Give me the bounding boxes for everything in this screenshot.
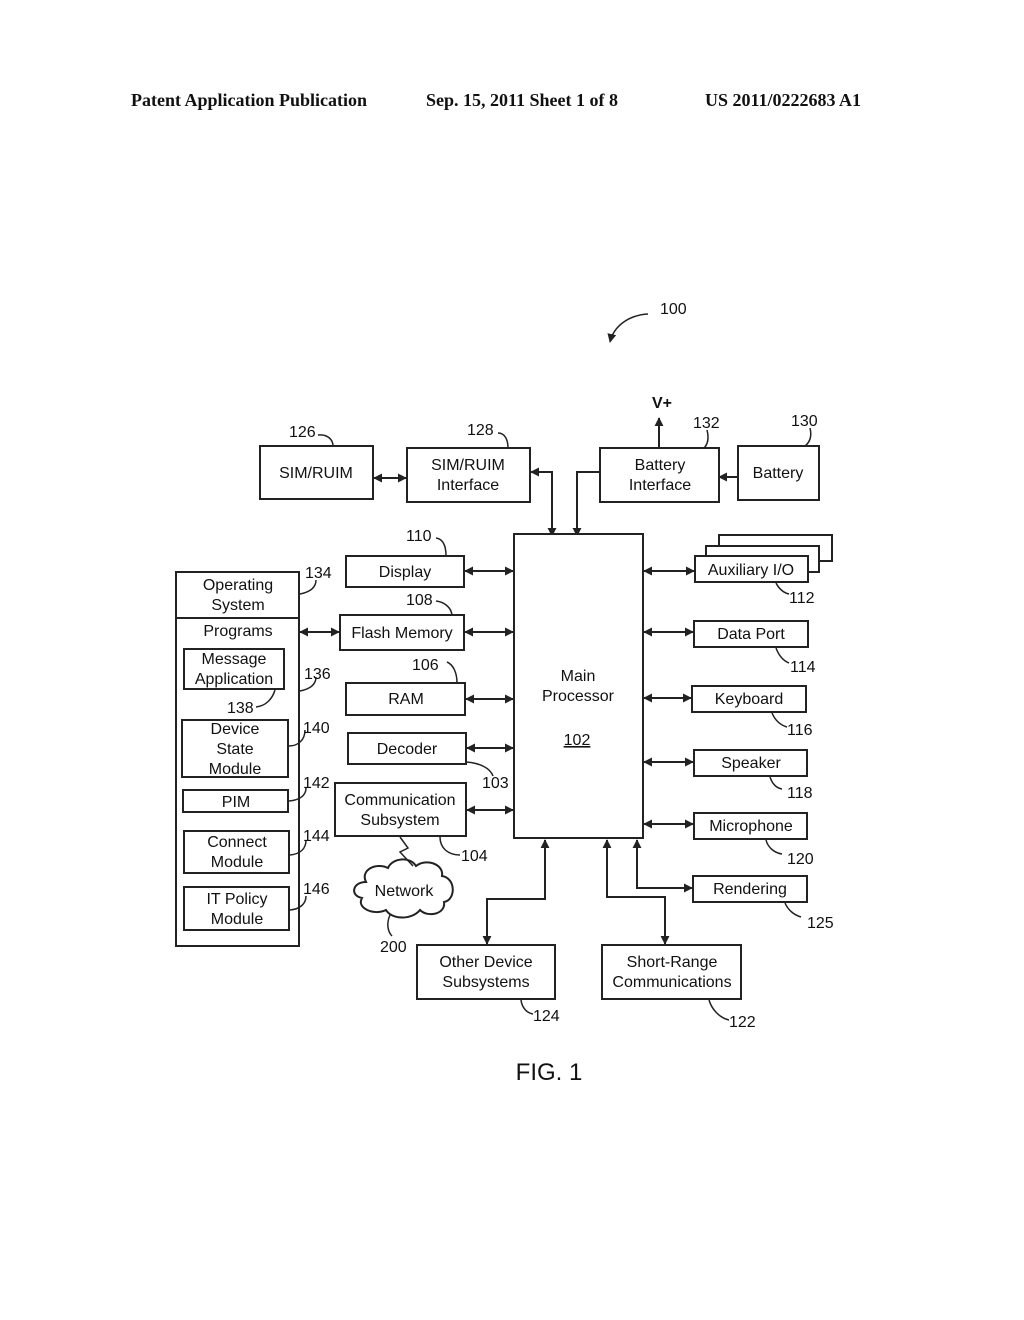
main-processor-block: Main Processor 102 bbox=[513, 533, 644, 839]
svg-text:136: 136 bbox=[304, 666, 331, 683]
svg-text:Data Port: Data Port bbox=[717, 626, 785, 643]
svg-text:RAM: RAM bbox=[388, 691, 424, 708]
svg-text:Microphone: Microphone bbox=[709, 818, 793, 835]
svg-text:Auxiliary I/O: Auxiliary I/O bbox=[708, 562, 794, 579]
svg-text:Processor: Processor bbox=[542, 688, 615, 705]
svg-text:Connect: Connect bbox=[207, 834, 267, 851]
svg-text:Module: Module bbox=[209, 761, 262, 778]
sim-ruim-interface-block: SIM/RUIM Interface 128 bbox=[406, 422, 531, 503]
svg-text:Subsystems: Subsystems bbox=[442, 974, 529, 991]
svg-text:140: 140 bbox=[303, 720, 330, 737]
svg-text:Device: Device bbox=[211, 721, 260, 738]
other-subsystems-link bbox=[482, 839, 550, 945]
svg-text:Network: Network bbox=[375, 883, 435, 900]
svg-text:138: 138 bbox=[227, 700, 254, 717]
auxiliary-io-block: Auxiliary I/O 112 bbox=[694, 534, 833, 607]
keyboard-block: Keyboard 116 bbox=[691, 685, 813, 739]
svg-text:146: 146 bbox=[303, 881, 330, 898]
svg-text:100: 100 bbox=[660, 301, 687, 318]
svg-text:124: 124 bbox=[533, 1008, 560, 1025]
svg-text:130: 130 bbox=[791, 413, 818, 430]
svg-text:134: 134 bbox=[305, 565, 332, 582]
svg-text:PIM: PIM bbox=[222, 794, 250, 811]
svg-text:Operating: Operating bbox=[203, 577, 273, 594]
flash-memory-block: Flash Memory 108 bbox=[339, 592, 465, 651]
svg-text:SIM/RUIM: SIM/RUIM bbox=[431, 457, 505, 474]
svg-text:IT Policy: IT Policy bbox=[206, 891, 267, 908]
svg-text:106: 106 bbox=[412, 657, 439, 674]
svg-text:Interface: Interface bbox=[437, 477, 499, 494]
data-port-block: Data Port 114 bbox=[693, 620, 816, 676]
svg-text:Other Device: Other Device bbox=[439, 954, 532, 971]
battery-interface-processor-link bbox=[572, 471, 600, 537]
ram-block: RAM 106 bbox=[345, 657, 466, 716]
display-block: Display 110 bbox=[345, 528, 465, 588]
svg-text:126: 126 bbox=[289, 424, 316, 441]
svg-text:Interface: Interface bbox=[629, 477, 691, 494]
svg-text:State: State bbox=[216, 741, 253, 758]
communication-subsystem-block: Communication Subsystem 104 bbox=[334, 782, 488, 865]
svg-text:114: 114 bbox=[790, 659, 816, 676]
svg-text:112: 112 bbox=[789, 590, 815, 607]
svg-text:System: System bbox=[211, 597, 264, 614]
network-cloud: Network 200 bbox=[353, 858, 454, 956]
svg-text:Battery: Battery bbox=[635, 457, 686, 474]
svg-text:118: 118 bbox=[787, 785, 813, 802]
svg-text:Battery: Battery bbox=[753, 465, 804, 482]
svg-text:Subsystem: Subsystem bbox=[360, 812, 439, 829]
svg-text:Rendering: Rendering bbox=[713, 881, 787, 898]
svg-text:125: 125 bbox=[807, 915, 834, 932]
svg-text:Decoder: Decoder bbox=[377, 741, 438, 758]
svg-text:Module: Module bbox=[211, 854, 264, 871]
block-diagram: 100 SIM/RUIM 126 SIM/RUIM Interface 128 … bbox=[175, 301, 834, 1086]
battery-block: Battery 130 bbox=[737, 413, 820, 501]
svg-text:103: 103 bbox=[482, 775, 509, 792]
svg-text:Communication: Communication bbox=[344, 792, 455, 809]
svg-text:120: 120 bbox=[787, 851, 814, 868]
sim-interface-processor-link bbox=[530, 467, 557, 537]
svg-text:128: 128 bbox=[467, 422, 494, 439]
svg-text:142: 142 bbox=[303, 775, 330, 792]
svg-text:108: 108 bbox=[406, 592, 433, 609]
svg-text:Application: Application bbox=[195, 671, 273, 688]
svg-text:Main: Main bbox=[561, 668, 596, 685]
svg-text:SIM/RUIM: SIM/RUIM bbox=[279, 465, 353, 482]
vplus-label: V+ bbox=[652, 395, 672, 412]
svg-text:Flash Memory: Flash Memory bbox=[351, 625, 452, 642]
rendering-link bbox=[632, 839, 693, 893]
svg-text:132: 132 bbox=[693, 415, 720, 432]
rendering-block: Rendering 125 bbox=[692, 875, 834, 932]
svg-text:Message: Message bbox=[202, 651, 267, 668]
svg-text:Short-Range: Short-Range bbox=[627, 954, 718, 971]
svg-text:102: 102 bbox=[564, 732, 591, 749]
svg-text:Communications: Communications bbox=[612, 974, 731, 991]
speaker-block: Speaker 118 bbox=[693, 749, 813, 802]
sim-ruim-block: SIM/RUIM 126 bbox=[259, 424, 374, 500]
system-ref-100: 100 bbox=[607, 301, 687, 343]
svg-text:144: 144 bbox=[303, 828, 330, 845]
other-device-subsystems-block: Other Device Subsystems 124 bbox=[416, 944, 560, 1025]
svg-text:Display: Display bbox=[379, 564, 431, 581]
svg-text:Module: Module bbox=[211, 911, 264, 928]
figure-label: FIG. 1 bbox=[516, 1059, 583, 1086]
svg-text:Keyboard: Keyboard bbox=[715, 691, 784, 708]
short-range-communications-block: Short-Range Communications 122 bbox=[601, 944, 756, 1031]
svg-text:Speaker: Speaker bbox=[721, 755, 781, 772]
it-policy-module-block: IT Policy Module 146 bbox=[183, 881, 330, 931]
svg-text:116: 116 bbox=[787, 722, 813, 739]
device-state-module-block: Device State Module 140 bbox=[181, 719, 330, 778]
svg-text:Programs: Programs bbox=[203, 623, 272, 640]
svg-text:104: 104 bbox=[461, 848, 488, 865]
microphone-block: Microphone 120 bbox=[693, 812, 814, 868]
connect-module-block: Connect Module 144 bbox=[183, 828, 330, 874]
svg-text:110: 110 bbox=[406, 528, 432, 545]
svg-text:122: 122 bbox=[729, 1014, 756, 1031]
svg-text:200: 200 bbox=[380, 939, 407, 956]
